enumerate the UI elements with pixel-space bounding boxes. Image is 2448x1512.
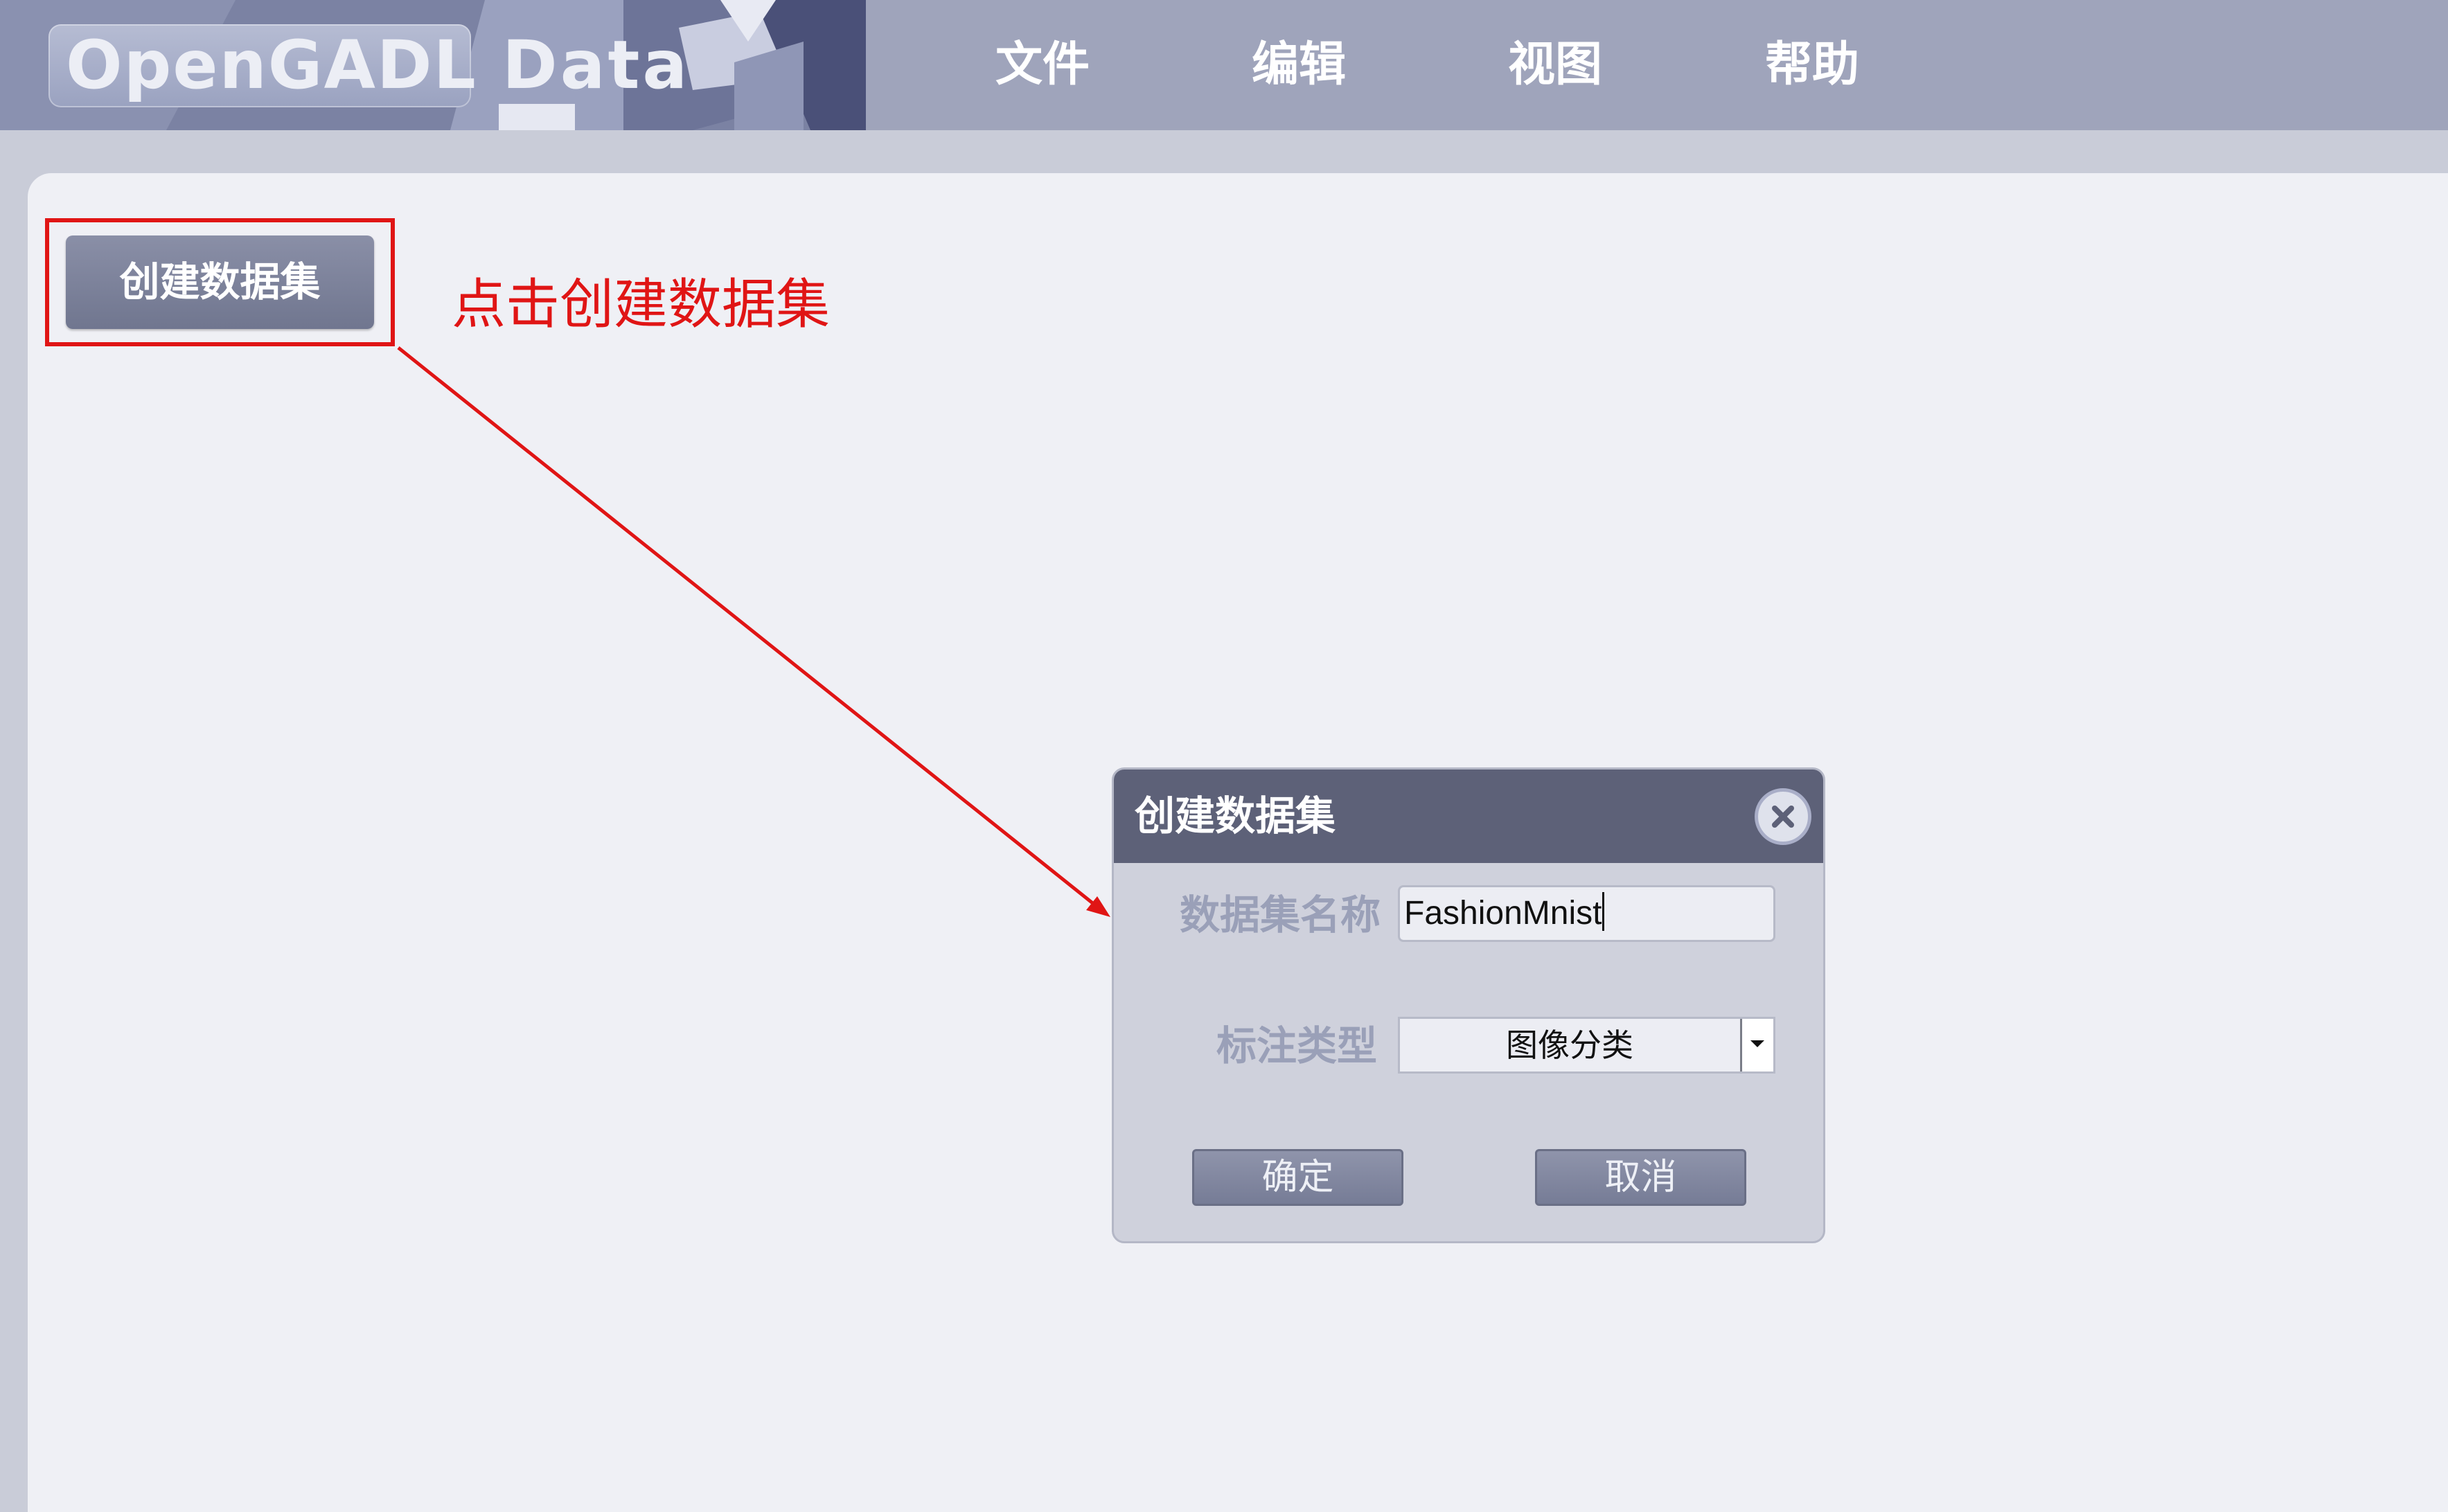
text-caret <box>1602 892 1605 931</box>
confirm-button[interactable]: 确定 <box>1192 1149 1403 1206</box>
annotation-type-select[interactable]: 图像分类 <box>1398 1017 1775 1074</box>
annotation-type-label: 标注类型 <box>1216 1022 1377 1069</box>
create-dataset-dialog: 创建数据集 数据集名称 FashionMnist 标注类型 图像分类 确定 取消 <box>1112 767 1825 1243</box>
dropdown-button[interactable] <box>1740 1019 1773 1071</box>
cancel-button[interactable]: 取消 <box>1535 1149 1746 1206</box>
close-icon <box>1772 806 1794 828</box>
dataset-name-label: 数据集名称 <box>1180 891 1381 939</box>
dialog-title: 创建数据集 <box>1135 792 1336 839</box>
annotation-type-value: 图像分类 <box>1506 1026 1633 1064</box>
dialog-titlebar: 创建数据集 <box>1114 770 1823 863</box>
close-button[interactable] <box>1755 788 1811 845</box>
dataset-name-input[interactable]: FashionMnist <box>1398 885 1775 942</box>
annotation-arrow-icon <box>397 346 1110 917</box>
chevron-down-icon <box>1750 1040 1764 1047</box>
dataset-name-value: FashionMnist <box>1404 895 1602 932</box>
